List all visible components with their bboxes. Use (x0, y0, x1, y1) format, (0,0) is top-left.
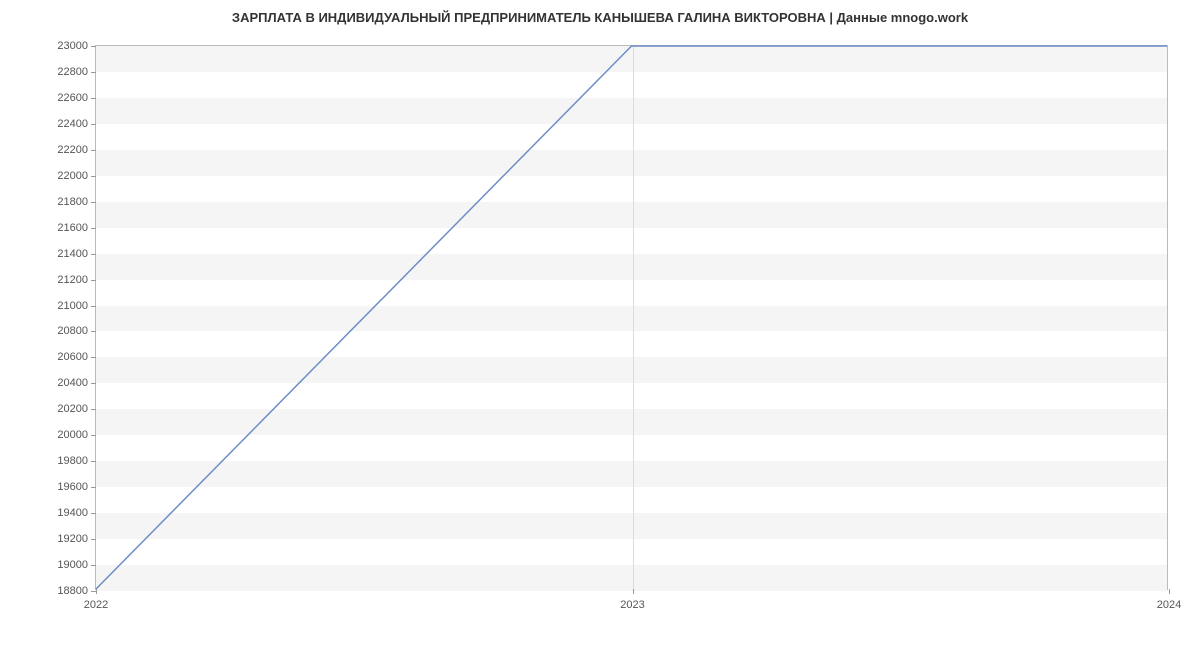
y-tick-label: 20600 (57, 351, 88, 363)
y-tick-mark (91, 435, 96, 436)
y-tick-label: 22000 (57, 170, 88, 182)
y-tick-label: 18800 (57, 585, 88, 597)
y-tick-mark (91, 513, 96, 514)
x-tick-mark (633, 589, 634, 594)
y-tick-label: 21000 (57, 300, 88, 312)
y-tick-mark (91, 539, 96, 540)
y-tick-mark (91, 331, 96, 332)
y-tick-mark (91, 461, 96, 462)
y-tick-mark (91, 565, 96, 566)
y-tick-mark (91, 409, 96, 410)
x-tick-label: 2022 (84, 599, 108, 611)
y-tick-label: 20200 (57, 403, 88, 415)
x-tick-mark (1169, 589, 1170, 594)
y-tick-label: 20000 (57, 429, 88, 441)
chart-title: ЗАРПЛАТА В ИНДИВИДУАЛЬНЫЙ ПРЕДПРИНИМАТЕЛ… (0, 0, 1200, 30)
y-tick-mark (91, 280, 96, 281)
y-tick-mark (91, 202, 96, 203)
y-tick-label: 19000 (57, 559, 88, 571)
x-tick-label: 2024 (1157, 599, 1181, 611)
y-tick-label: 19200 (57, 533, 88, 545)
chart-container: 1880019000192001940019600198002000020200… (95, 45, 1168, 590)
y-tick-mark (91, 254, 96, 255)
y-tick-label: 20400 (57, 377, 88, 389)
y-tick-label: 19400 (57, 507, 88, 519)
y-tick-label: 23000 (57, 40, 88, 52)
data-series-line (96, 46, 1167, 589)
y-tick-label: 21800 (57, 196, 88, 208)
y-tick-label: 21200 (57, 274, 88, 286)
y-tick-mark (91, 383, 96, 384)
y-tick-label: 22200 (57, 144, 88, 156)
y-tick-mark (91, 228, 96, 229)
y-tick-label: 20800 (57, 325, 88, 337)
y-tick-mark (91, 487, 96, 488)
plot-area: 1880019000192001940019600198002000020200… (95, 45, 1168, 590)
y-tick-mark (91, 176, 96, 177)
y-tick-label: 22800 (57, 66, 88, 78)
y-tick-label: 21400 (57, 248, 88, 260)
y-tick-mark (91, 306, 96, 307)
y-tick-label: 22400 (57, 118, 88, 130)
y-tick-label: 21600 (57, 222, 88, 234)
y-tick-mark (91, 72, 96, 73)
y-tick-mark (91, 46, 96, 47)
y-tick-label: 19800 (57, 455, 88, 467)
y-tick-mark (91, 357, 96, 358)
y-tick-mark (91, 98, 96, 99)
x-tick-label: 2023 (620, 599, 644, 611)
x-tick-mark (96, 589, 97, 594)
y-tick-mark (91, 124, 96, 125)
y-tick-mark (91, 150, 96, 151)
line-chart-svg (96, 46, 1167, 589)
y-tick-label: 22600 (57, 92, 88, 104)
y-tick-label: 19600 (57, 481, 88, 493)
